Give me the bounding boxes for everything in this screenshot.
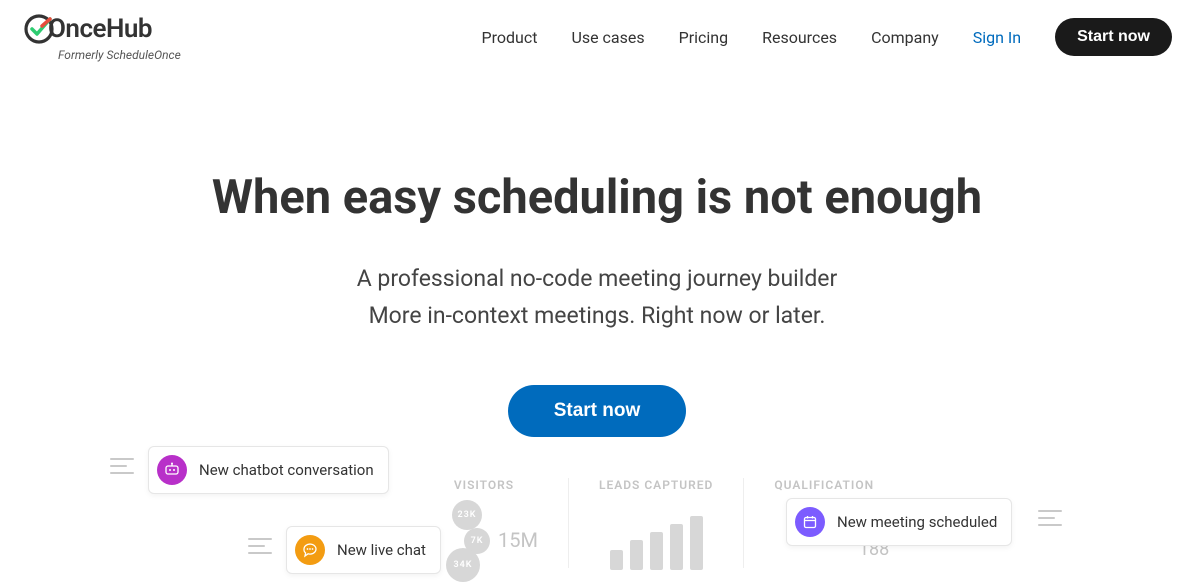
analytics-leads-label: LEADS CAPTURED: [599, 478, 713, 492]
chatbot-icon: [157, 455, 187, 485]
pill-livechat-label: New live chat: [337, 541, 426, 559]
analytics-qualification-label: QUALIFICATION: [774, 478, 874, 492]
hero-cta-button[interactable]: Start now: [508, 385, 687, 437]
logo-block[interactable]: OnceHub Formerly ScheduleOnce: [22, 12, 181, 62]
nav-company[interactable]: Company: [871, 28, 939, 47]
analytics-leads: LEADS CAPTURED: [599, 478, 713, 570]
divider-2: [743, 478, 744, 568]
hamburger-icon: [248, 538, 272, 554]
hamburger-icon: [110, 458, 134, 474]
nav-sign-in[interactable]: Sign In: [973, 28, 1021, 47]
analytics-visitors-label: VISITORS: [454, 478, 514, 492]
bubble-2: 7K: [464, 528, 490, 554]
bars-chart-icon: [610, 510, 703, 570]
header: OnceHub Formerly ScheduleOnce Product Us…: [0, 0, 1194, 60]
analytics-visitors-value: 15M: [498, 528, 538, 552]
divider-1: [568, 478, 569, 568]
pill-chatbot-label: New chatbot conversation: [199, 461, 374, 479]
bubble-3: 34K: [446, 548, 480, 582]
logo-subtitle: Formerly ScheduleOnce: [58, 48, 181, 62]
nav-pricing[interactable]: Pricing: [679, 28, 729, 47]
analytics-visitors: VISITORS 23K 7K 34K 15M: [430, 478, 538, 570]
chat-icon: [295, 535, 325, 565]
logo: OnceHub: [22, 12, 152, 46]
hero-headline: When easy scheduling is not enough: [0, 170, 1194, 225]
nav-resources[interactable]: Resources: [762, 28, 837, 47]
nav-product[interactable]: Product: [482, 28, 538, 47]
nav-use-cases[interactable]: Use cases: [571, 28, 644, 47]
hero-sub2: More in-context meetings. Right now or l…: [0, 302, 1194, 329]
pill-chatbot: New chatbot conversation: [148, 446, 389, 494]
calendar-icon: [795, 507, 825, 537]
pill-meeting: New meeting scheduled: [786, 498, 1012, 546]
logo-text: OnceHub: [48, 14, 152, 44]
pill-livechat: New live chat: [286, 526, 441, 574]
start-now-button[interactable]: Start now: [1055, 18, 1172, 56]
hero: When easy scheduling is not enough A pro…: [0, 170, 1194, 437]
pill-meeting-label: New meeting scheduled: [837, 513, 997, 531]
hamburger-icon: [1038, 510, 1062, 526]
main-nav: Product Use cases Pricing Resources Comp…: [482, 18, 1172, 56]
hero-sub1: A professional no-code meeting journey b…: [0, 265, 1194, 292]
bubble-1: 23K: [452, 500, 482, 530]
